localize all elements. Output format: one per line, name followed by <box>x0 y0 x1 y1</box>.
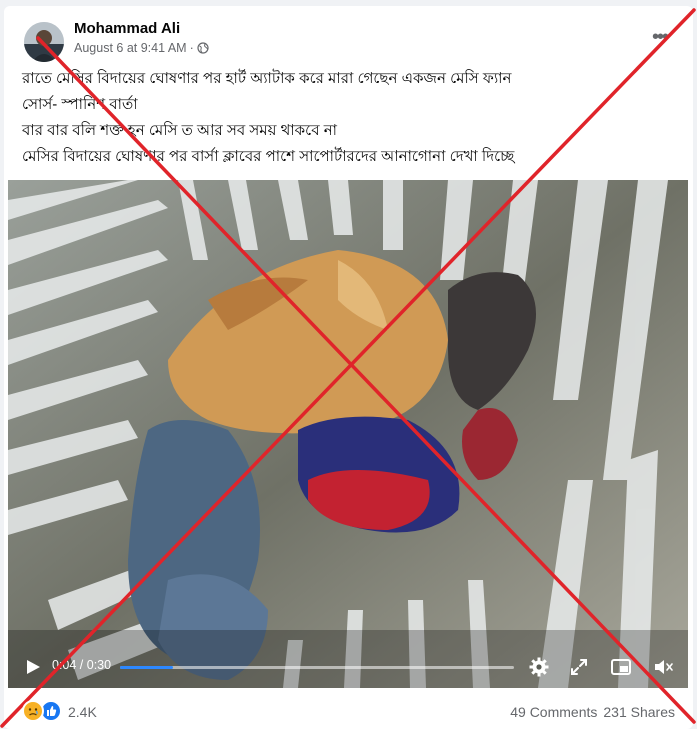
post-text-line: সোর্স- স্পানিশ বার্তা <box>22 96 138 113</box>
fullscreen-icon[interactable] <box>568 656 590 678</box>
author-name[interactable]: Mohammad Ali <box>74 20 180 37</box>
video-frame <box>8 180 688 688</box>
avatar[interactable] <box>24 22 64 62</box>
meta-separator: · <box>189 41 194 55</box>
reaction-count[interactable]: 2.4K <box>68 704 97 720</box>
picture-in-picture-icon[interactable] <box>610 656 632 678</box>
video-time: 0:04 / 0:30 <box>52 658 112 672</box>
comments-count[interactable]: 49 Comments <box>510 704 597 720</box>
shares-count[interactable]: 231 Shares <box>603 704 675 720</box>
post-text-line: বার বার বলি শক্ত হন মেসি ত আর সব সময় থা… <box>22 122 338 139</box>
volume-muted-icon[interactable] <box>652 656 674 678</box>
post-text: রাতে মেসির বিদায়ের ঘোষণার পর হার্ট অ্যা… <box>22 66 672 170</box>
post-text-line: মেসির বিদায়ের ঘোষণার পর বার্সা ক্লাবের … <box>22 148 515 165</box>
video-progress-bar[interactable] <box>120 666 514 669</box>
sad-reaction-icon <box>22 700 44 722</box>
video-player[interactable]: 0:04 / 0:30 <box>8 180 688 688</box>
post-stats: 49 Comments 231 Shares <box>510 704 675 720</box>
post-footer: 2.4K 49 Comments 231 Shares <box>4 694 693 728</box>
video-controls: 0:04 / 0:30 <box>8 646 688 688</box>
post-timestamp[interactable]: August 6 at 9:41 AM <box>74 41 187 55</box>
globe-icon <box>197 42 209 54</box>
reaction-icons[interactable] <box>22 700 62 722</box>
play-icon[interactable] <box>24 658 42 676</box>
gear-icon[interactable] <box>528 656 550 678</box>
video-progress-fill <box>120 666 173 669</box>
post-meta: August 6 at 9:41 AM · <box>74 41 209 55</box>
post-card: Mohammad Ali August 6 at 9:41 AM · ••• র… <box>4 6 693 729</box>
post-text-line: রাতে মেসির বিদায়ের ঘোষণার পর হার্ট অ্যা… <box>22 70 512 87</box>
more-options-icon[interactable]: ••• <box>652 27 669 47</box>
